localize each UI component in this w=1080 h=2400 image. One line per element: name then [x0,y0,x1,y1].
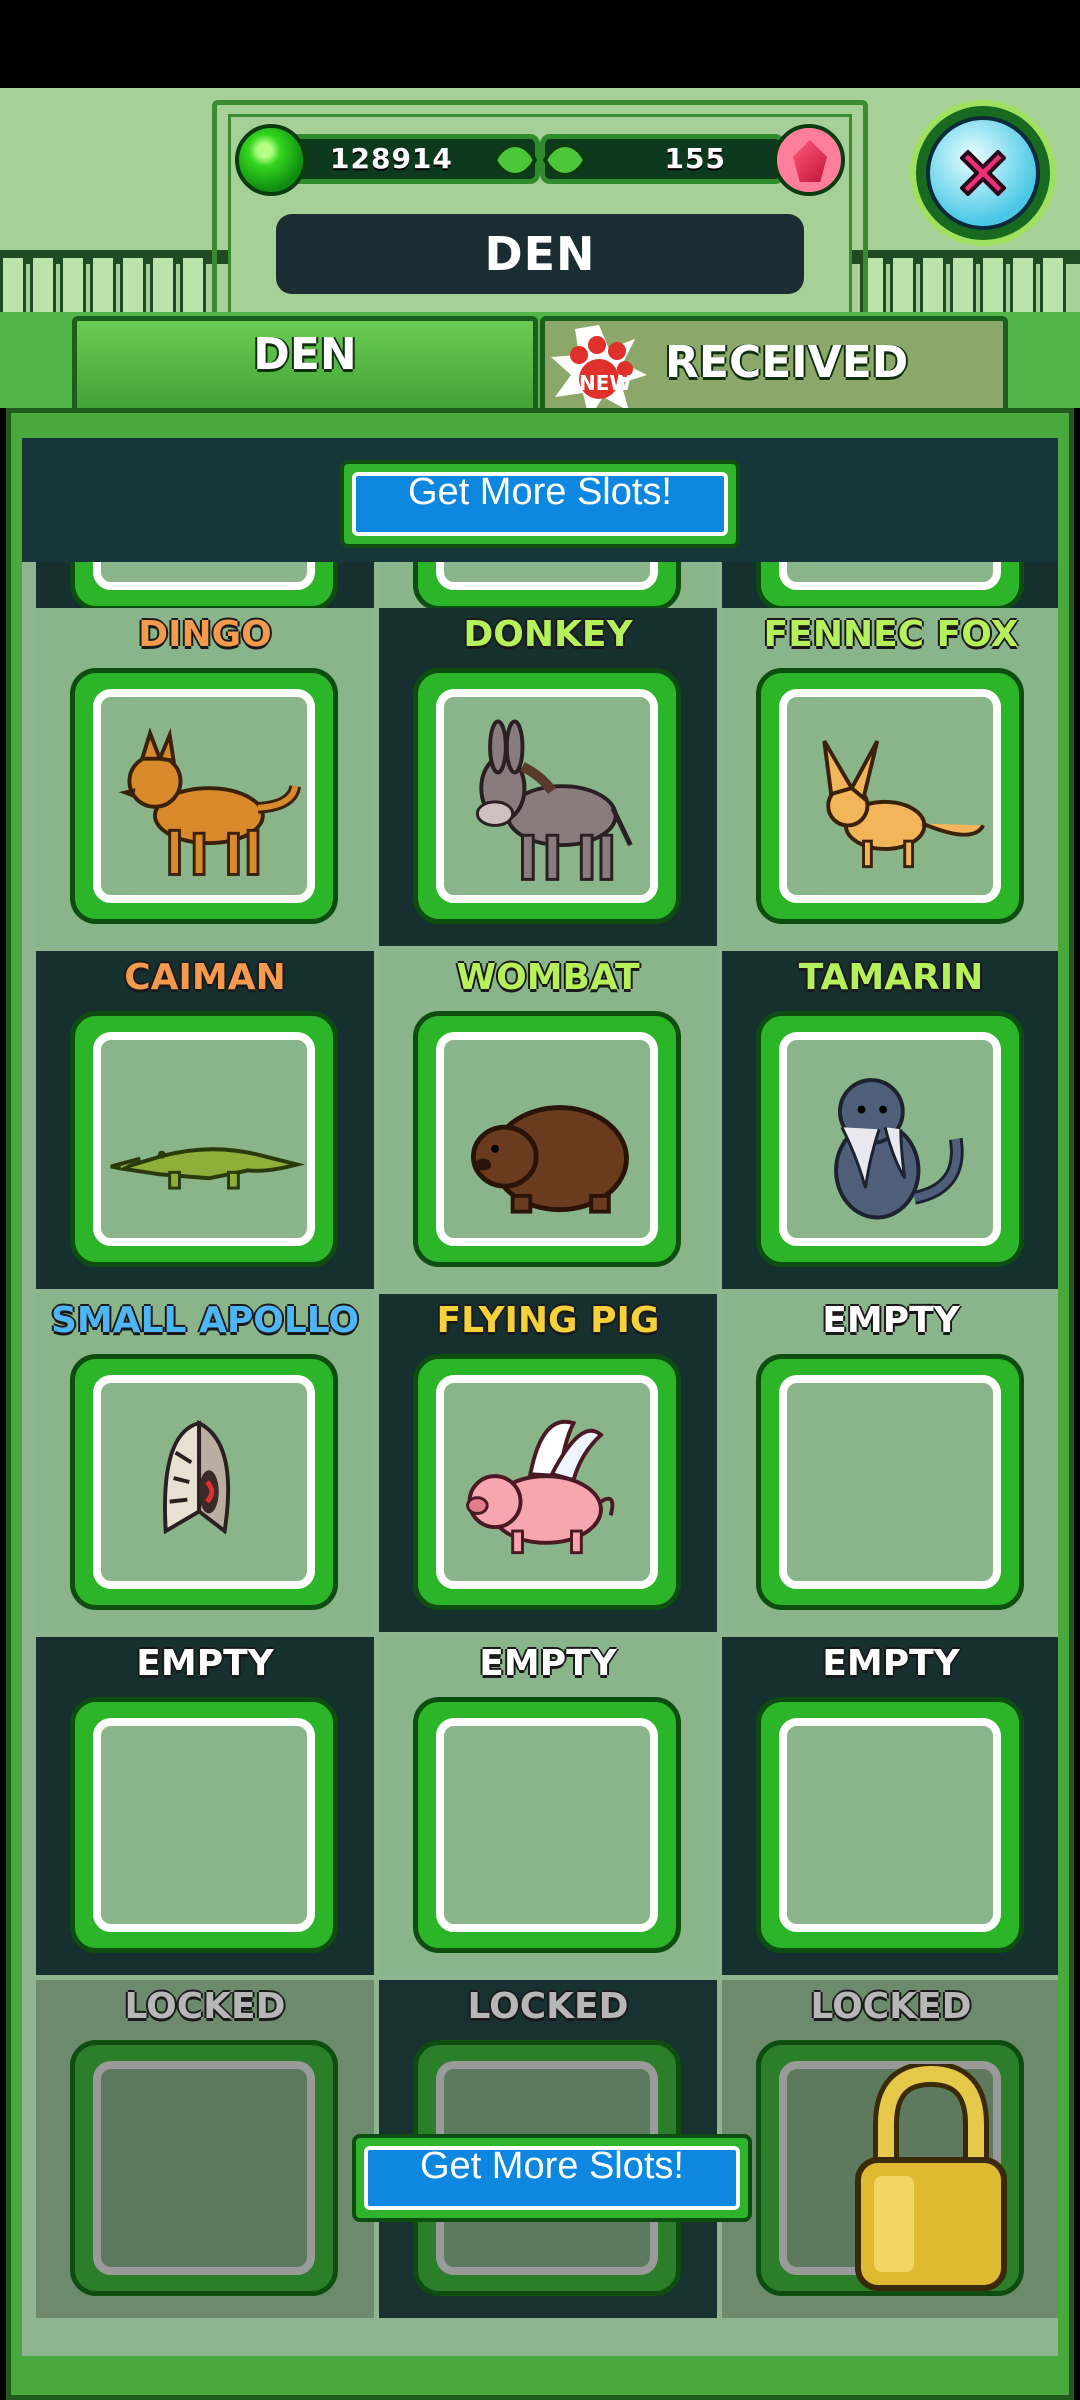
status-bar [0,0,1080,88]
dingo-icon [118,727,302,876]
slot-cell[interactable]: EMPTY [722,1294,1058,1632]
slot-label: EMPTY [479,1643,617,1684]
locked-slot-button[interactable] [70,2040,338,2296]
slot-face [93,2061,315,2275]
wombat-icon [470,1105,629,1214]
get-more-slots-top-button[interactable]: Get More Slots! [340,460,740,548]
get-more-slots-bottom-button[interactable]: Get More Slots! [352,2134,752,2222]
caiman-icon [110,1147,306,1190]
slot-label: EMPTY [136,1643,274,1684]
slot-face [779,689,1001,903]
slot-face [436,689,658,903]
slot-label: EMPTY [822,1643,960,1684]
animal-slot-button[interactable] [413,1697,681,1953]
new-badge-label: NEW [579,371,632,395]
page-title-plaque: DEN [276,214,804,294]
animal-slot-button[interactable] [756,1697,1024,1953]
animal-slot-button[interactable] [70,1011,338,1267]
donkey-icon [475,719,633,881]
small-apollo-icon [163,1419,231,1535]
slot-cell[interactable]: CAIMAN [36,951,374,1289]
slot-cell[interactable]: DONKEY [379,608,717,946]
animal-slot-button[interactable] [70,1354,338,1610]
slot-face [779,1375,1001,1589]
slot-cell[interactable]: WOMBAT [379,951,717,1289]
slot-cell[interactable]: DINGO [36,608,374,946]
vine-right-icon [542,143,588,177]
slot-face [436,1718,658,1932]
slot-cell[interactable]: SMALL APOLLO [36,1294,374,1632]
animal-slot-button[interactable] [756,668,1024,924]
slot-face [779,1032,1001,1246]
slot-cell[interactable]: EMPTY [36,1637,374,1975]
get-more-slots-top-label: Get More Slots! [408,471,672,513]
tab-den[interactable]: DEN [72,316,538,408]
animal-slot-button[interactable] [756,1354,1024,1610]
get-more-slots-bottom-label: Get More Slots! [420,2145,684,2187]
padlock-icon [855,2064,1007,2291]
tab-received[interactable]: NEW RECEIVED [540,316,1008,419]
slot-face [93,1375,315,1589]
slot-label: WOMBAT [456,957,640,998]
slot-face [436,1375,658,1589]
animal-slot-button[interactable] [70,668,338,924]
slot-cell[interactable]: EMPTY [379,1637,717,1975]
slot-face [93,1718,315,1932]
green-gem-icon[interactable] [235,124,307,196]
red-gem-icon[interactable] [773,124,845,196]
slot-cell[interactable]: TAMARIN [722,951,1058,1289]
animal-slot-button[interactable] [756,1011,1024,1267]
slot-label: DINGO [138,614,272,655]
tab-received-label: RECEIVED [665,337,909,388]
slot-label: EMPTY [822,1300,960,1341]
slot-cell[interactable]: FENNEC FOX [722,608,1058,946]
fennec-fox-icon [822,740,985,869]
animal-slot-button[interactable] [413,1011,681,1267]
slot-label: DONKEY [463,614,633,655]
vine-left-icon [492,143,538,177]
tab-den-label: DEN [253,329,357,380]
slot-cell[interactable]: FLYING PIG [379,1294,717,1632]
slot-label: FLYING PIG [436,1300,660,1341]
tamarin-icon [834,1078,964,1220]
red-currency-value: 155 [664,142,726,175]
currency-bar: 128914 155 [235,124,845,196]
slot-label: LOCKED [124,1986,286,2027]
close-button[interactable] [910,100,1056,246]
close-x-icon [960,150,1006,196]
slot-face [779,1718,1001,1932]
slot-label: CAIMAN [124,957,286,998]
slot-face [436,1032,658,1246]
slot-label: FENNEC FOX [763,614,1019,655]
slot-face [93,1032,315,1246]
slot-label: TAMARIN [798,957,984,998]
slot-label: LOCKED [810,1986,972,2027]
green-currency-value: 128914 [330,142,453,175]
animal-slot-button[interactable] [70,1697,338,1953]
slot-cell[interactable]: LOCKED [36,1980,374,2318]
slot-face [93,689,315,903]
slot-label: SMALL APOLLO [50,1300,360,1341]
page-title: DEN [484,227,596,281]
animal-slot-button[interactable] [413,1354,681,1610]
slot-label: LOCKED [467,1986,629,2027]
animal-slot-button[interactable] [413,668,681,924]
close-button-face[interactable] [926,116,1040,230]
flying-pig-icon [466,1419,615,1555]
slot-cell[interactable]: EMPTY [722,1637,1058,1975]
